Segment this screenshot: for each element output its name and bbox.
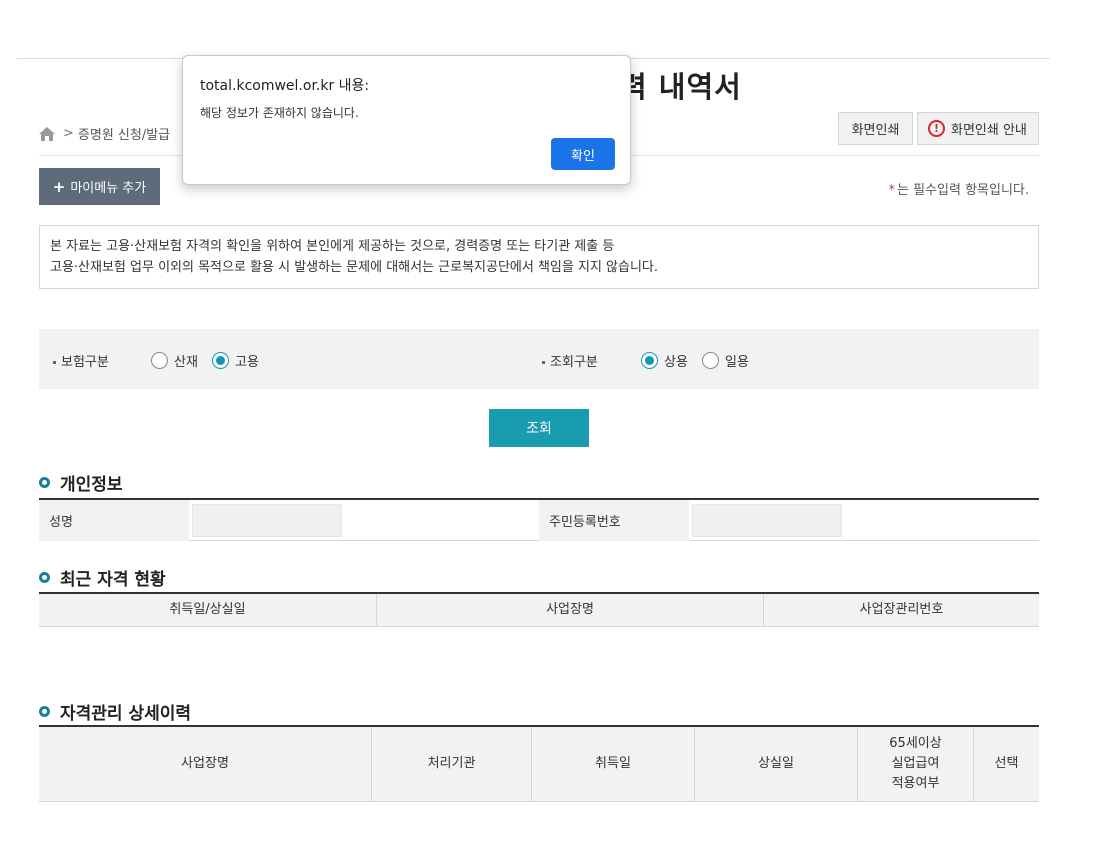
breadcrumb-separator: > <box>63 126 74 141</box>
search-submit-button[interactable]: 조회 <box>489 409 589 447</box>
radio-query-sangyong[interactable]: 상용 <box>641 351 688 370</box>
column-header: 사업장명 <box>39 727 372 801</box>
rrn-value-masked <box>692 504 842 537</box>
dialog-ok-button[interactable]: 확인 <box>551 138 615 170</box>
column-header: 처리기관 <box>372 727 532 801</box>
add-mymenu-label: 마이메뉴 추가 <box>70 181 147 196</box>
personal-info-table: 성명 주민등록번호 <box>39 498 1039 541</box>
recent-status-title: 최근 자격 현황 <box>60 570 166 590</box>
notice-box: 본 자료는 고용·산재보험 자격의 확인을 위하여 본인에게 제공하는 것으로,… <box>39 225 1039 289</box>
add-mymenu-button[interactable]: + 마이메뉴 추가 <box>39 168 160 205</box>
recent-status-table-header: 취득일/상실일 사업장명 사업장관리번호 <box>39 592 1039 627</box>
column-header: 상실일 <box>695 727 858 801</box>
search-panel: 보험구분 산재 고용 조회구분 상용 일용 <box>39 329 1039 389</box>
required-star: * <box>888 183 896 198</box>
print-screen-button[interactable]: 화면인쇄 <box>838 112 913 145</box>
required-note-text: 는 필수입력 항목입니다. <box>897 183 1029 198</box>
notice-line-1: 본 자료는 고용·산재보험 자격의 확인을 위하여 본인에게 제공하는 것으로,… <box>50 239 615 254</box>
dialog-message: 해당 정보가 존재하지 않습니다. <box>200 106 359 120</box>
detail-history-title: 자격관리 상세이력 <box>60 704 192 724</box>
query-type-label: 조회구분 <box>542 351 598 370</box>
search-submit-label: 조회 <box>526 421 552 437</box>
column-header: 취득일 <box>532 727 695 801</box>
radio-insurance-goyong[interactable]: 고용 <box>212 351 259 370</box>
column-header: 사업장명 <box>377 594 764 626</box>
name-value-masked <box>192 504 342 537</box>
radio-button-selected[interactable] <box>641 352 658 369</box>
section-bullet-icon <box>39 477 50 488</box>
section-bullet-icon <box>39 572 50 583</box>
radio-label: 상용 <box>664 355 688 370</box>
personal-info-title: 개인정보 <box>60 475 123 495</box>
detail-history-table-header: 사업장명 처리기관 취득일 상실일 65세이상 실업급여 적용여부 선택 <box>39 725 1039 802</box>
recent-status-heading: 최근 자격 현황 <box>39 565 166 590</box>
section-bullet-icon <box>39 706 50 717</box>
print-guide-button[interactable]: ! 화면인쇄 안내 <box>917 112 1039 145</box>
column-header: 취득일/상실일 <box>39 594 377 626</box>
column-header: 선택 <box>994 756 1019 771</box>
alert-dialog: total.kcomwel.or.kr 내용: 해당 정보가 존재하지 않습니다… <box>182 55 631 185</box>
radio-label: 고용 <box>235 355 259 370</box>
page-title: 력 내역서 <box>620 70 742 104</box>
print-guide-label: 화면인쇄 안내 <box>951 123 1027 138</box>
radio-label: 일용 <box>725 355 749 370</box>
column-header: 사업장관리번호 <box>859 602 944 617</box>
home-icon[interactable] <box>39 126 55 141</box>
breadcrumb-item[interactable]: 증명원 신청/발급 <box>78 124 170 143</box>
rrn-header: 주민등록번호 <box>539 500 689 541</box>
required-field-note: * 는 필수입력 항목입니다. <box>889 179 1030 198</box>
name-header: 성명 <box>39 500 189 541</box>
radio-button[interactable] <box>702 352 719 369</box>
radio-insurance-sanjae[interactable]: 산재 <box>151 351 198 370</box>
column-header: 65세이상 실업급여 적용여부 <box>858 727 974 801</box>
print-screen-label: 화면인쇄 <box>851 123 900 138</box>
notice-line-2: 고용·산재보험 업무 이외의 목적으로 활용 시 발생하는 문제에 대해서는 근… <box>50 260 659 275</box>
radio-button[interactable] <box>151 352 168 369</box>
exclamation-circle-icon: ! <box>928 120 945 137</box>
detail-history-heading: 자격관리 상세이력 <box>39 699 191 724</box>
dialog-origin: total.kcomwel.or.kr 내용: <box>200 78 370 94</box>
breadcrumb: > 증명원 신청/발급 <box>39 124 170 143</box>
radio-query-ilyong[interactable]: 일용 <box>702 351 749 370</box>
radio-button-selected[interactable] <box>212 352 229 369</box>
personal-info-heading: 개인정보 <box>39 470 123 495</box>
radio-label: 산재 <box>174 355 198 370</box>
plus-icon: + <box>52 177 66 196</box>
insurance-type-label: 보험구분 <box>53 351 109 370</box>
dialog-ok-label: 확인 <box>571 148 595 164</box>
